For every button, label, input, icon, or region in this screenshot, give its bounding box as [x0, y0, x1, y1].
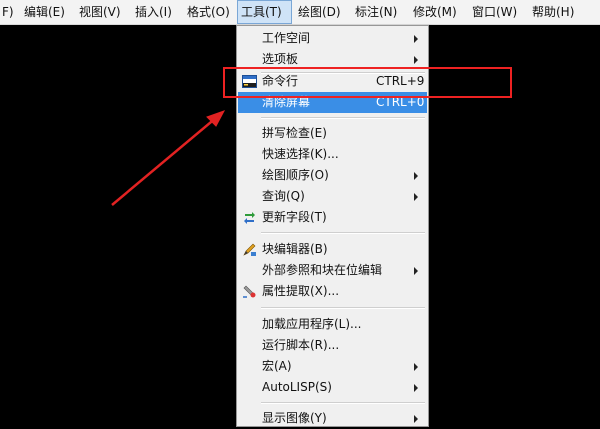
- annotation-arrow-icon: [111, 110, 226, 206]
